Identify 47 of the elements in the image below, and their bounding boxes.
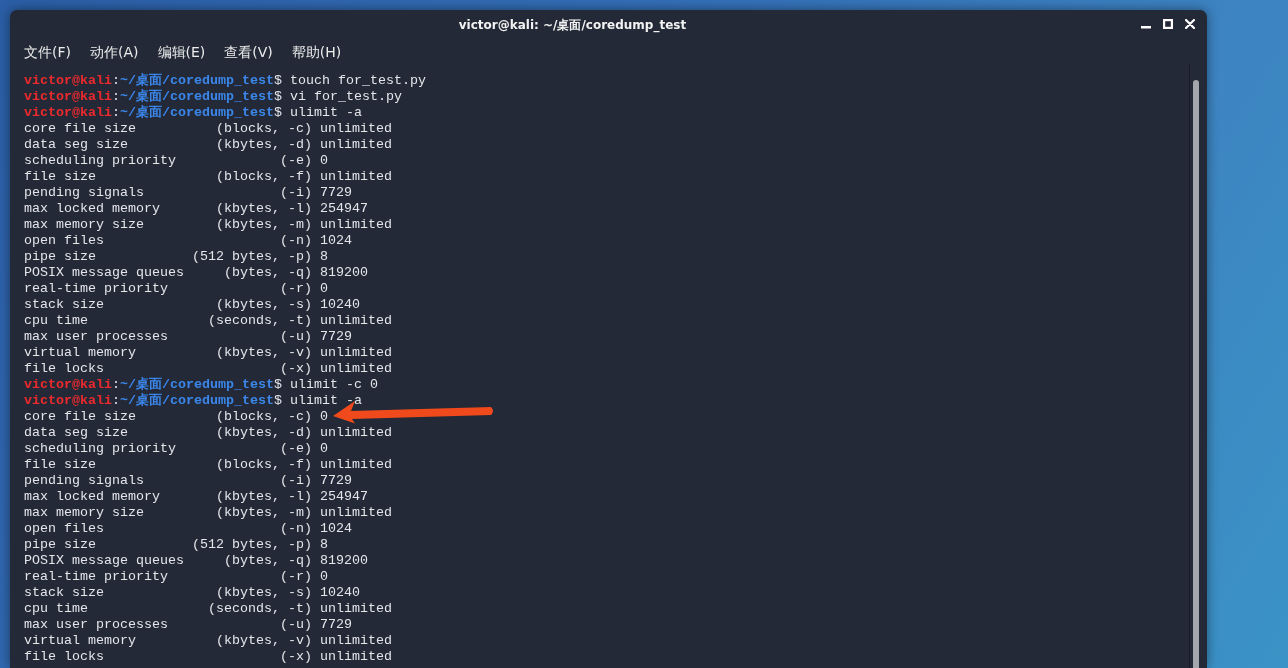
output-line: cpu time (seconds, -t) unlimited xyxy=(24,313,392,329)
output-line: max locked memory (kbytes, -l) 254947 xyxy=(24,489,368,505)
output-line: stack size (kbytes, -s) 10240 xyxy=(24,585,360,601)
output-line: core file size (blocks, -c) unlimited xyxy=(24,121,392,137)
menu-item[interactable]: 动作(A) xyxy=(90,43,139,61)
output-line: open files (-n) 1024 xyxy=(24,233,352,249)
output-line: file locks (-x) unlimited xyxy=(24,361,392,377)
output-line: file size (blocks, -f) unlimited xyxy=(24,457,392,473)
output-line: max memory size (kbytes, -m) unlimited xyxy=(24,505,392,521)
output-line: real-time priority (-r) 0 xyxy=(24,569,328,585)
output-line: virtual memory (kbytes, -v) unlimited xyxy=(24,633,392,649)
maximize-icon xyxy=(1163,19,1173,29)
output-line: max user processes (-u) 7729 xyxy=(24,617,352,633)
output-line: pending signals (-i) 7729 xyxy=(24,185,352,201)
output-line: scheduling priority (-e) 0 xyxy=(24,153,328,169)
prompt-line: victor@kali:~/桌面/coredump_test$ ulimit -a xyxy=(24,105,362,121)
output-line: max locked memory (kbytes, -l) 254947 xyxy=(24,201,368,217)
output-line: file size (blocks, -f) unlimited xyxy=(24,169,392,185)
close-icon xyxy=(1185,19,1195,29)
minimize-icon xyxy=(1141,26,1151,29)
output-line: file locks (-x) unlimited xyxy=(24,649,392,665)
output-line: pipe size (512 bytes, -p) 8 xyxy=(24,537,328,553)
menu-item[interactable]: 查看(V) xyxy=(224,43,273,61)
output-line: max user processes (-u) 7729 xyxy=(24,329,352,345)
output-line: max memory size (kbytes, -m) unlimited xyxy=(24,217,392,233)
prompt-line: victor@kali:~/桌面/coredump_test$ touch for_test.py xyxy=(24,73,426,89)
output-line: pipe size (512 bytes, -p) 8 xyxy=(24,249,328,265)
output-line: POSIX message queues (bytes, -q) 819200 xyxy=(24,553,368,569)
output-line: core file size (blocks, -c) 0 xyxy=(24,409,328,425)
prompt-line: victor@kali:~/桌面/coredump_test$ ulimit -c 0 xyxy=(24,377,378,393)
output-line: cpu time (seconds, -t) unlimited xyxy=(24,601,392,617)
menu-item[interactable]: 文件(F) xyxy=(24,43,71,61)
output-line: pending signals (-i) 7729 xyxy=(24,473,352,489)
output-line: data seg size (kbytes, -d) unlimited xyxy=(24,425,392,441)
output-line: virtual memory (kbytes, -v) unlimited xyxy=(24,345,392,361)
window-title: victor@kali: ~/桌面/coredump_test xyxy=(458,18,687,32)
prompt-line: victor@kali:~/桌面/coredump_test$ ulimit -a xyxy=(24,393,362,409)
output-line: POSIX message queues (bytes, -q) 819200 xyxy=(24,265,368,281)
prompt-line: victor@kali:~/桌面/coredump_test$ vi for_test.py xyxy=(24,89,402,105)
scrollbar-thumb[interactable] xyxy=(1193,80,1199,668)
output-line: data seg size (kbytes, -d) unlimited xyxy=(24,137,392,153)
output-line: real-time priority (-r) 0 xyxy=(24,281,328,297)
menu-item[interactable]: 编辑(E) xyxy=(157,43,206,61)
menu-item[interactable]: 帮助(H) xyxy=(291,43,342,61)
output-line: open files (-n) 1024 xyxy=(24,521,352,537)
output-line: stack size (kbytes, -s) 10240 xyxy=(24,297,360,313)
output-line: scheduling priority (-e) 0 xyxy=(24,441,328,457)
